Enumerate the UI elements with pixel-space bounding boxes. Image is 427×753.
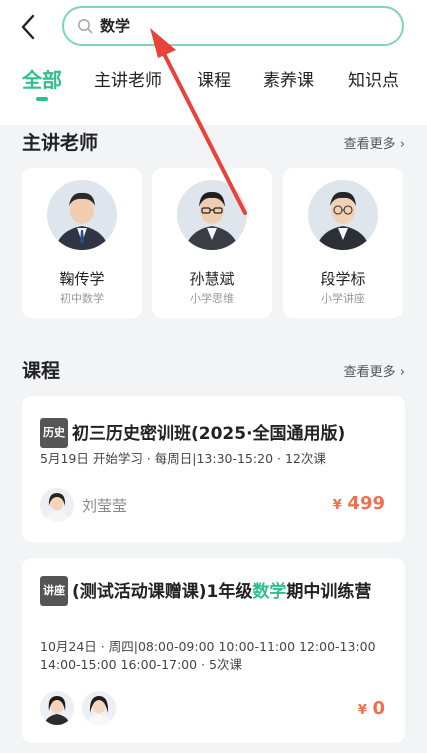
course-schedule: 5月19日 开始学习 · 每周日|13:30-15:20 · 12次课: [40, 451, 326, 466]
courses-section-title: 课程: [22, 360, 61, 382]
tab-knowledge-points[interactable]: 知识点: [348, 66, 399, 91]
course-title: 历史 初三历史密训班(2025·全国通用版): [40, 418, 391, 448]
teacher-subtitle: 小学思维: [190, 292, 234, 305]
search-input[interactable]: 数学: [62, 6, 404, 46]
teacher-avatar: [82, 691, 116, 725]
course-price: ¥ 0: [357, 698, 385, 719]
teacher-card[interactable]: 孙慧斌 小学思维: [152, 168, 272, 318]
teacher-avatar: [47, 180, 117, 250]
course-title: 讲座 (测试活动课赠课)1年级数学期中训练营: [40, 576, 391, 606]
teacher-name: 刘莹莹: [82, 497, 128, 515]
teachers-section-title: 主讲老师: [22, 132, 99, 154]
course-schedule: 10月24日 · 周四|08:00-09:00 10:00-11:00 12:0…: [40, 639, 376, 672]
teacher-subtitle: 初中数学: [60, 292, 104, 305]
teacher-avatar: [308, 180, 378, 250]
course-price: ¥ 499: [332, 493, 385, 514]
top-bar: 数学 全部 主讲老师 课程 素养课 知识点: [0, 0, 427, 125]
teacher-card[interactable]: 段学标 小学讲座: [283, 168, 403, 318]
course-title-text: 初三历史密训班(2025·全国通用版): [72, 424, 346, 444]
teacher-subtitle: 小学讲座: [321, 292, 365, 305]
teacher-avatar: [40, 691, 74, 725]
tab-courses[interactable]: 课程: [197, 66, 231, 91]
search-icon: [78, 19, 93, 34]
teacher-name: 孙慧斌: [189, 270, 235, 288]
course-card[interactable]: 历史 初三历史密训班(2025·全国通用版) 5月19日 开始学习 · 每周日|1…: [22, 396, 405, 542]
teacher-avatar: [177, 180, 247, 250]
teacher-avatar: [40, 488, 74, 522]
active-tab-indicator: [36, 97, 48, 101]
course-card[interactable]: 讲座 (测试活动课赠课)1年级数学期中训练营 10月24日 · 周四|08:00-…: [22, 558, 405, 743]
teacher-name: 段学标: [320, 270, 366, 288]
search-query: 数学: [100, 17, 131, 35]
keyword-highlight: 数学: [252, 582, 287, 602]
course-badge: 讲座: [40, 576, 68, 606]
teacher-name: 鞠传学: [59, 270, 105, 288]
teacher-card[interactable]: 鞠传学 初中数学: [22, 168, 142, 318]
teachers-more-link[interactable]: 查看更多 ›: [344, 133, 405, 152]
tab-all[interactable]: 全部: [22, 64, 62, 93]
tab-literacy-courses[interactable]: 素养课: [263, 66, 314, 91]
courses-more-link[interactable]: 查看更多 ›: [344, 361, 405, 380]
tab-bar: 全部 主讲老师 课程 素养课 知识点: [0, 66, 427, 106]
tab-teachers[interactable]: 主讲老师: [94, 66, 162, 91]
course-badge: 历史: [40, 418, 68, 448]
back-arrow-icon[interactable]: [16, 12, 42, 42]
